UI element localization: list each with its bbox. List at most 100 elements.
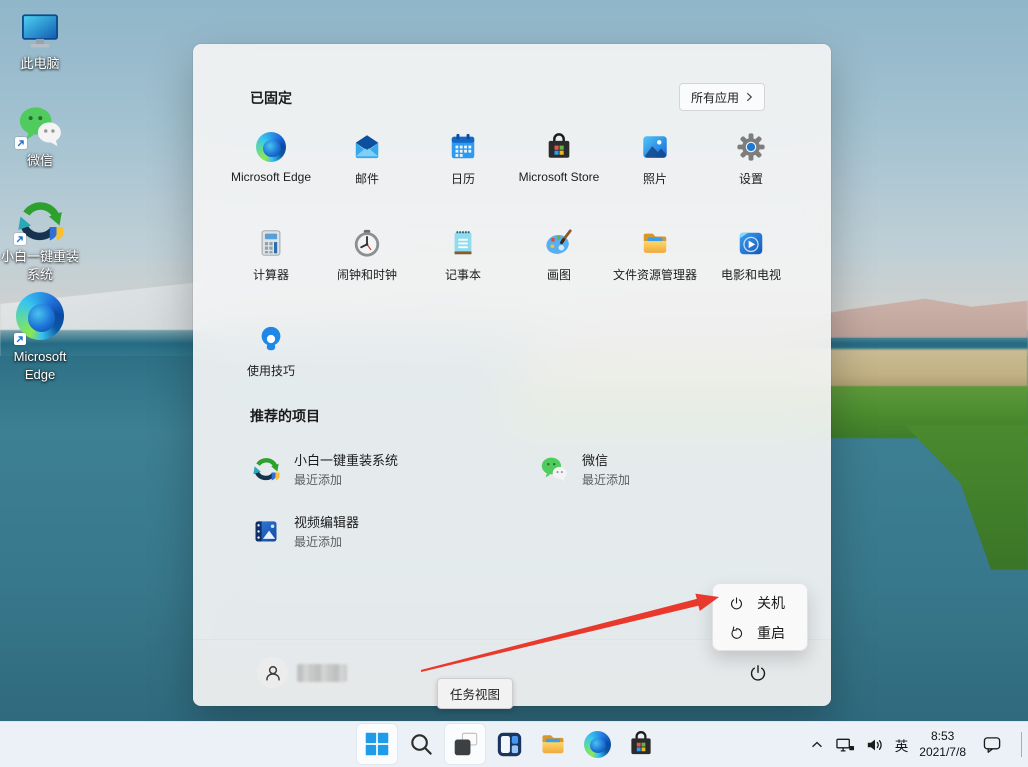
- file-explorer-icon: [640, 228, 670, 258]
- file-explorer-icon: [539, 730, 567, 758]
- all-apps-button[interactable]: 所有应用: [679, 83, 765, 111]
- network-icon: [836, 737, 855, 753]
- shutdown-menu-item[interactable]: 关机: [713, 588, 807, 618]
- tray-network-button[interactable]: [836, 737, 855, 753]
- recommended-subtitle: 最近添加: [582, 471, 630, 488]
- desktop-icon-label: 微信: [27, 152, 53, 170]
- desktop-icon-label: Microsoft Edge: [4, 348, 76, 383]
- desktop-icon-xiaobai-reinstall[interactable]: 小白一键重装系统: [0, 197, 80, 283]
- chevron-right-icon: [746, 92, 753, 102]
- recommended-title: 视频编辑器: [294, 512, 359, 531]
- store-icon: [544, 132, 574, 162]
- tray-overflow-chevron[interactable]: [809, 738, 825, 751]
- pinned-app-movies-tv[interactable]: 电影和电视: [703, 216, 799, 312]
- pinned-apps-grid: Microsoft Edge 邮件 日历 Microsoft Store 照片 …: [223, 120, 799, 408]
- taskbar-store-button[interactable]: [621, 724, 661, 764]
- app-label: 邮件: [355, 170, 379, 187]
- pinned-app-tips[interactable]: 使用技巧: [223, 312, 319, 408]
- recommended-title: 小白一键重装系统: [294, 450, 398, 469]
- power-icon: [747, 662, 769, 684]
- app-label: 电影和电视: [721, 266, 781, 283]
- app-label: Microsoft Edge: [231, 170, 311, 184]
- all-apps-label: 所有应用: [691, 89, 739, 106]
- taskbar-search-button[interactable]: [401, 724, 441, 764]
- recommended-item-wechat[interactable]: 微信 最近添加: [540, 446, 828, 492]
- pinned-app-settings[interactable]: 设置: [703, 120, 799, 216]
- recommended-item-video-editor[interactable]: 视频编辑器 最近添加: [252, 508, 540, 554]
- tray-date: 2021/7/8: [919, 745, 966, 761]
- recommended-subtitle: 最近添加: [294, 471, 398, 488]
- taskbar-widgets-button[interactable]: [489, 724, 529, 764]
- edge-icon: [584, 731, 611, 758]
- movies-tv-icon: [736, 228, 766, 258]
- shutdown-label: 关机: [757, 593, 785, 613]
- edge-icon: [256, 132, 286, 162]
- store-icon: [627, 730, 655, 758]
- tray-time: 8:53: [931, 729, 954, 745]
- comment-bubble-icon: [983, 736, 1002, 754]
- taskbar-start-button[interactable]: [357, 724, 397, 764]
- taskbar-file-explorer-button[interactable]: [533, 724, 573, 764]
- taskbar-task-view-button[interactable]: [445, 724, 485, 764]
- app-label: 计算器: [253, 266, 289, 283]
- taskbar: 英 8:53 2021/7/8: [0, 721, 1028, 767]
- paint-icon: [544, 228, 574, 258]
- recommended-title: 微信: [582, 450, 630, 469]
- pinned-app-edge[interactable]: Microsoft Edge: [223, 120, 319, 216]
- calendar-icon: [448, 132, 478, 162]
- recommended-subtitle: 最近添加: [294, 533, 359, 550]
- mail-icon: [352, 132, 382, 162]
- show-desktop-divider[interactable]: [1021, 732, 1022, 757]
- desktop-icon-edge[interactable]: Microsoft Edge: [0, 292, 80, 383]
- app-label: 设置: [739, 170, 763, 187]
- pinned-app-store[interactable]: Microsoft Store: [511, 120, 607, 216]
- widgets-icon: [496, 731, 523, 758]
- pinned-app-notepad[interactable]: 记事本: [415, 216, 511, 312]
- chevron-up-icon: [809, 738, 825, 751]
- windows-desktop: 此电脑 微信 小白一键重装系统 Microsoft Edge 已固定 所有应用: [0, 0, 1028, 767]
- xiaobai-reinstall-icon: [252, 455, 280, 483]
- taskbar-edge-button[interactable]: [577, 724, 617, 764]
- power-flyout-menu: 关机 重启: [712, 583, 808, 651]
- power-button[interactable]: [741, 656, 775, 690]
- app-label: 日历: [451, 170, 475, 187]
- person-icon: [260, 660, 286, 686]
- calculator-icon: [256, 228, 286, 258]
- app-label: 闹钟和时钟: [337, 266, 397, 283]
- user-account-button[interactable]: [257, 657, 288, 688]
- app-label: 照片: [643, 170, 667, 187]
- pinned-app-file-explorer[interactable]: 文件资源管理器: [607, 216, 703, 312]
- input-language-indicator[interactable]: 英: [895, 735, 909, 755]
- search-icon: [408, 731, 435, 758]
- video-editor-icon: [252, 517, 280, 545]
- recommended-item-xiaobai[interactable]: 小白一键重装系统 最近添加: [252, 446, 540, 492]
- task-view-icon: [452, 731, 479, 758]
- pinned-app-calculator[interactable]: 计算器: [223, 216, 319, 312]
- restart-icon: [728, 625, 745, 642]
- task-view-tooltip: 任务视图: [437, 678, 513, 709]
- app-label: Microsoft Store: [519, 170, 600, 184]
- tray-volume-button[interactable]: [866, 737, 884, 753]
- desktop-icon-this-pc[interactable]: 此电脑: [0, 10, 80, 73]
- pinned-app-photos[interactable]: 照片: [607, 120, 703, 216]
- app-label: 文件资源管理器: [613, 266, 697, 283]
- app-label: 使用技巧: [247, 362, 295, 379]
- power-icon: [728, 595, 745, 612]
- settings-gear-icon: [736, 132, 766, 162]
- notepad-icon: [448, 228, 478, 258]
- taskbar-center-icons: [357, 724, 661, 764]
- pinned-app-mail[interactable]: 邮件: [319, 120, 415, 216]
- restart-menu-item[interactable]: 重启: [713, 618, 807, 648]
- desktop-icon-label: 小白一键重装系统: [0, 248, 80, 283]
- clock-button[interactable]: 8:53 2021/7/8: [919, 729, 966, 760]
- user-name-redacted: [297, 664, 347, 682]
- desktop-icon-wechat[interactable]: 微信: [0, 103, 80, 170]
- pinned-app-alarms[interactable]: 闹钟和时钟: [319, 216, 415, 312]
- pinned-app-paint[interactable]: 画图: [511, 216, 607, 312]
- notification-center-button[interactable]: [983, 736, 1002, 754]
- app-label: 记事本: [445, 266, 481, 283]
- recommended-section-header: 推荐的项目: [250, 406, 320, 426]
- pinned-app-calendar[interactable]: 日历: [415, 120, 511, 216]
- photos-icon: [640, 132, 670, 162]
- alarm-clock-icon: [352, 228, 382, 258]
